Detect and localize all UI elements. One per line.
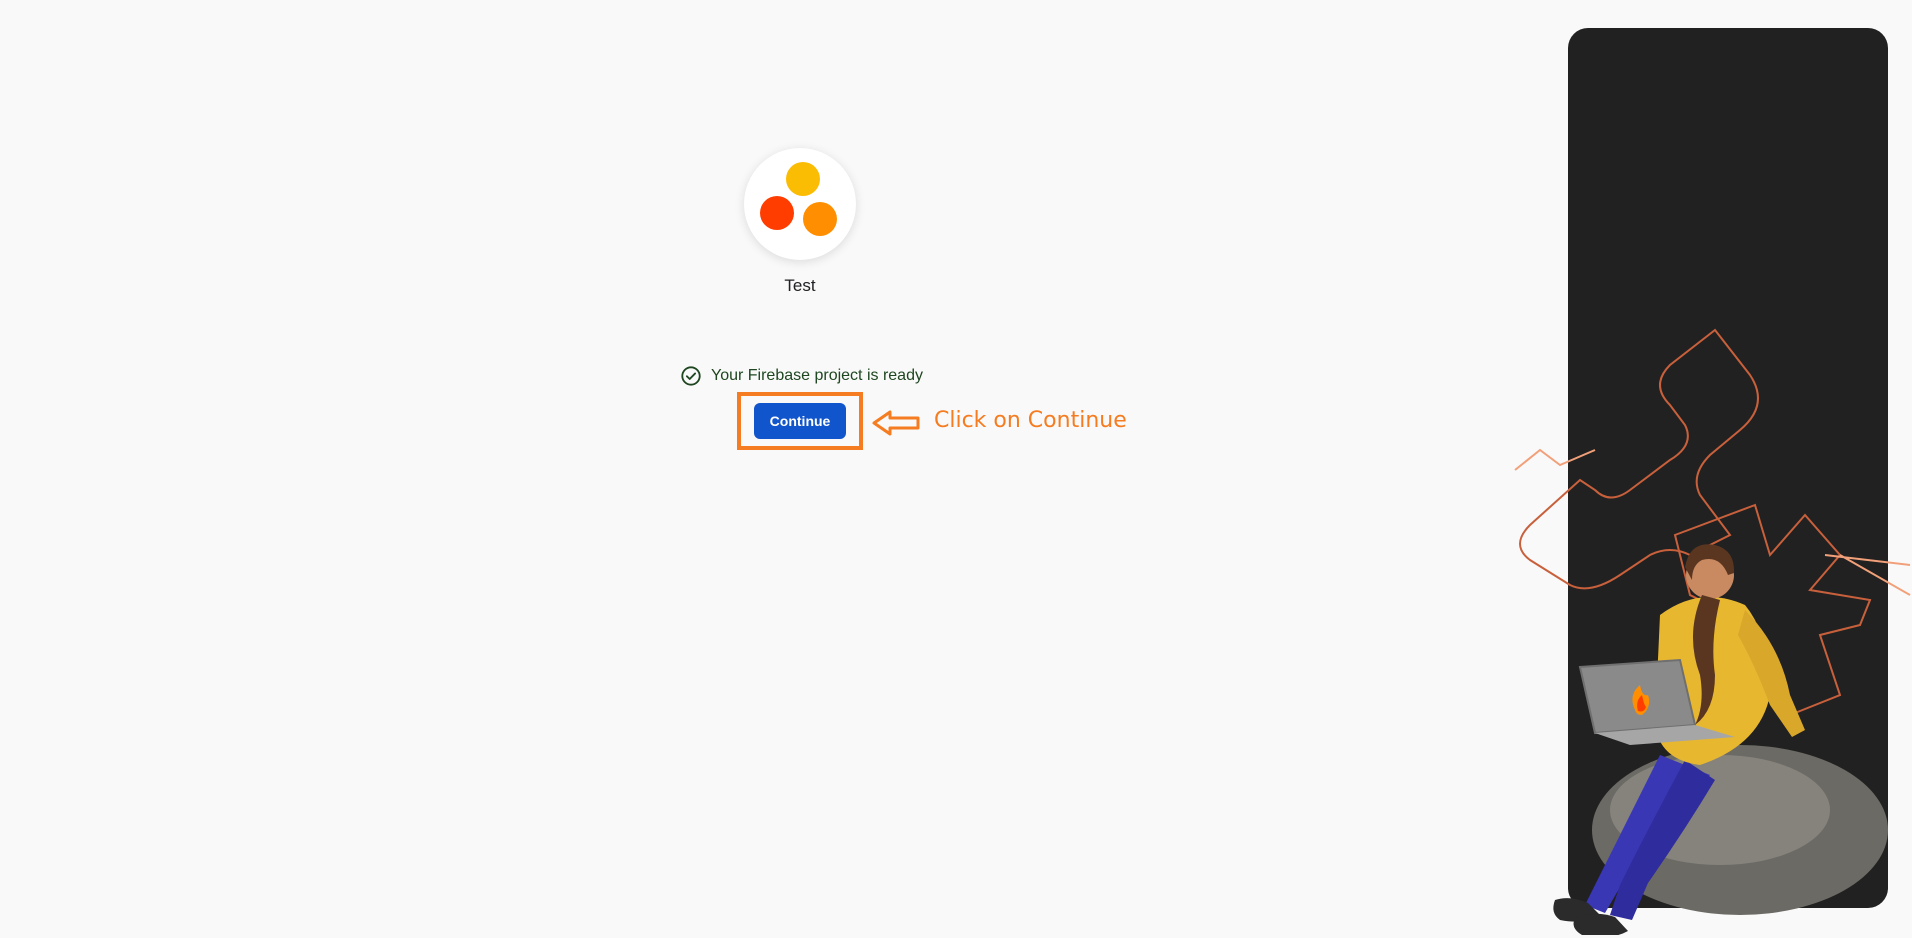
status-message: Your Firebase project is ready [680, 364, 923, 388]
decorative-squiggle-left [1514, 448, 1596, 471]
illustration [1514, 328, 1911, 935]
decorative-line-right [1824, 554, 1911, 596]
continue-button[interactable]: Continue [754, 403, 846, 439]
project-avatar [744, 148, 856, 260]
check-circle-icon [681, 366, 701, 386]
logo-dot-orange [803, 202, 837, 236]
status-text: Your Firebase project is ready [711, 367, 923, 384]
page: Test Your Firebase project is ready Cont… [0, 0, 1912, 938]
left-arrow-icon [872, 410, 920, 436]
annotation-text: Click on Continue [934, 408, 1127, 433]
project-name: Test [784, 276, 816, 295]
logo-dot-red [760, 196, 794, 230]
logo-dot-yellow [786, 162, 820, 196]
